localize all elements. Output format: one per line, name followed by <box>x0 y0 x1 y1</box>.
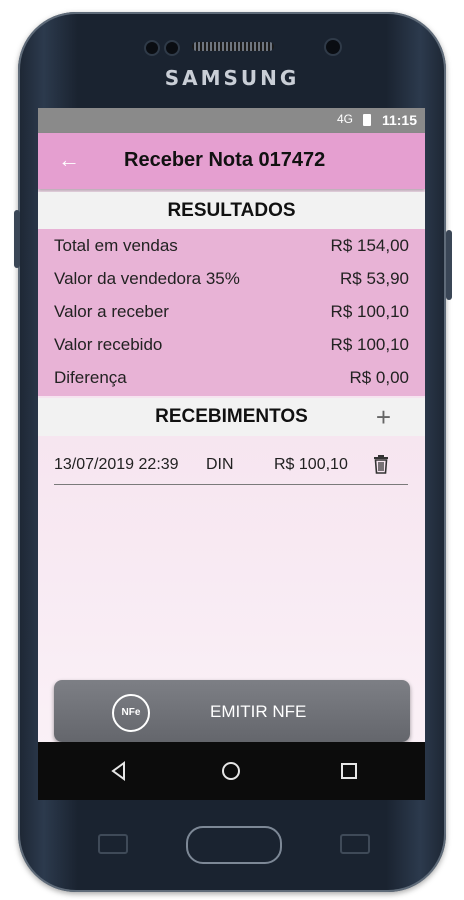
result-value: R$ 0,00 <box>349 368 409 387</box>
status-time: 11:15 <box>381 112 417 128</box>
plus-icon[interactable]: + <box>376 398 391 436</box>
power-button <box>446 230 452 300</box>
device-brand: SAMSUNG <box>164 66 300 90</box>
result-label: Total em vendas <box>54 236 178 255</box>
nav-home-icon[interactable] <box>216 756 246 786</box>
nfe-icon: NFe <box>112 694 150 732</box>
signal-icon: 4G <box>336 112 353 126</box>
nav-back-icon[interactable] <box>104 756 134 786</box>
volume-button <box>14 210 20 268</box>
hardware-recents-icon <box>98 834 128 854</box>
result-row: Valor da vendedora 35% R$ 53,90 <box>54 262 409 295</box>
app-bar: ← Receber Nota 017472 <box>38 133 425 189</box>
emit-nfe-button[interactable]: NFe EMITIR NFE <box>54 680 410 742</box>
receipt-amount: R$ 100,10 <box>274 456 348 473</box>
receipts-heading-label: RECEBIMENTOS <box>155 406 308 427</box>
hardware-back-icon <box>340 834 370 854</box>
result-label: Valor da vendedora 35% <box>54 269 240 288</box>
receipts-heading: RECEBIMENTOS + <box>38 398 425 436</box>
list-divider <box>54 484 408 485</box>
nav-recents-icon[interactable] <box>334 756 364 786</box>
result-value: R$ 100,10 <box>330 335 409 354</box>
arrow-left-icon[interactable]: ← <box>58 147 80 173</box>
result-row: Diferença R$ 0,00 <box>54 361 409 394</box>
result-value: R$ 53,90 <box>340 269 409 288</box>
result-label: Valor a receber <box>54 302 169 321</box>
result-label: Valor recebido <box>54 335 163 354</box>
result-value: R$ 100,10 <box>330 302 409 321</box>
screen: 4G 11:15 ← Receber Nota 017472 RESULTADO… <box>38 108 425 800</box>
result-value: R$ 154,00 <box>330 236 409 255</box>
receipt-datetime: 13/07/2019 22:39 <box>54 456 179 473</box>
sensor-icon <box>166 42 178 54</box>
results-heading-label: RESULTADOS <box>167 200 296 221</box>
system-nav-bar <box>38 742 425 800</box>
earpiece-speaker <box>192 42 274 51</box>
page-title: Receber Nota 017472 <box>124 149 326 171</box>
result-row: Valor a receber R$ 100,10 <box>54 295 409 328</box>
list-item: 13/07/2019 22:39 DIN R$ 100,10 <box>54 448 410 482</box>
result-row: Total em vendas R$ 154,00 <box>54 229 409 262</box>
receipt-method: DIN <box>206 456 234 473</box>
trash-icon[interactable] <box>372 454 390 479</box>
results-panel: Total em vendas R$ 154,00 Valor da vende… <box>38 229 425 396</box>
sensor-icon <box>146 42 158 54</box>
result-row: Valor recebido R$ 100,10 <box>54 328 409 361</box>
front-camera-icon <box>326 40 340 54</box>
battery-icon <box>363 114 371 126</box>
result-label: Diferença <box>54 368 127 387</box>
emit-nfe-label: EMITIR NFE <box>210 702 307 721</box>
hardware-home-button <box>186 826 282 864</box>
status-bar: 4G 11:15 <box>38 108 425 133</box>
results-heading: RESULTADOS <box>38 192 425 230</box>
